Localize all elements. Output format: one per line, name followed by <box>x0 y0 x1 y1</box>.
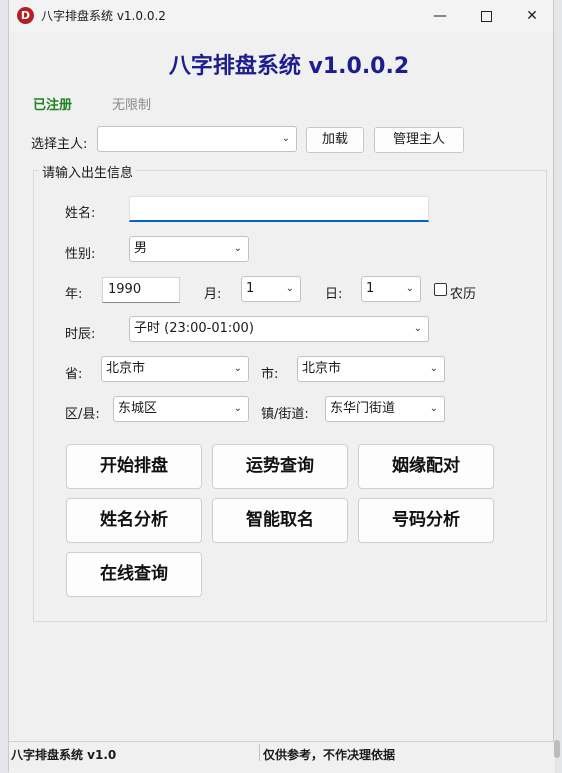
owner-label: 选择主人: <box>31 137 88 152</box>
registration-status: 已注册 <box>33 98 73 113</box>
hour-label: 时辰: <box>65 327 96 342</box>
online-query-button[interactable]: 在线查询 <box>66 552 202 597</box>
chevron-down-icon: ⌄ <box>413 323 422 334</box>
year-input[interactable]: 1990 <box>102 277 180 303</box>
minimize-icon: — <box>433 8 447 24</box>
province-select-value: 北京市 <box>106 361 146 376</box>
month-select[interactable]: 1 ⌄ <box>241 276 301 302</box>
hour-select[interactable]: 子时 (23:00-01:00) ⌄ <box>129 316 429 342</box>
status-left: 八字排盘系统 v1.0 <box>11 748 117 762</box>
chevron-down-icon: ⌄ <box>405 283 414 294</box>
name-label: 姓名: <box>65 206 96 221</box>
minimize-button[interactable]: — <box>417 0 463 32</box>
lunar-label: 农历 <box>450 287 477 302</box>
close-icon: ✕ <box>526 8 538 24</box>
status-divider <box>259 744 260 761</box>
name-input[interactable] <box>129 196 429 222</box>
app-heading: 八字排盘系统 v1.0.0.2 <box>168 54 410 79</box>
status-right: 仅供参考，不作决理依据 <box>263 748 396 762</box>
owner-select[interactable]: ⌄ <box>97 126 297 152</box>
fortune-query-button[interactable]: 运势查询 <box>212 444 348 489</box>
month-label: 月: <box>204 287 222 302</box>
district-label: 区/县: <box>65 407 100 422</box>
start-chart-button[interactable]: 开始排盘 <box>66 444 202 489</box>
window-title: 八字排盘系统 v1.0.0.2 <box>41 9 166 23</box>
status-bar: 八字排盘系统 v1.0 仅供参考，不作决理依据 <box>9 741 555 773</box>
city-select[interactable]: 北京市 ⌄ <box>297 356 445 382</box>
year-label: 年: <box>65 287 83 302</box>
close-button[interactable]: ✕ <box>509 0 555 32</box>
month-select-value: 1 <box>246 281 255 296</box>
chevron-down-icon: ⌄ <box>233 403 242 414</box>
birth-info-group-title: 请输入出生信息 <box>39 162 137 181</box>
smart-naming-button[interactable]: 智能取名 <box>212 498 348 543</box>
marriage-match-button[interactable]: 姻缘配对 <box>358 444 494 489</box>
district-select[interactable]: 东城区 ⌄ <box>113 396 249 422</box>
limit-status: 无限制 <box>112 98 152 113</box>
street-select-value: 东华门街道 <box>330 401 396 416</box>
manage-owner-button[interactable]: 管理主人 <box>374 127 464 153</box>
title-bar[interactable]: D 八字排盘系统 v1.0.0.2 — ✕ <box>9 0 553 32</box>
gender-label: 性别: <box>65 247 96 262</box>
chevron-down-icon: ⌄ <box>285 283 294 294</box>
lunar-checkbox[interactable] <box>434 283 447 296</box>
gender-select[interactable]: 男 ⌄ <box>129 236 249 262</box>
chevron-down-icon: ⌄ <box>233 243 242 254</box>
street-label: 镇/街道: <box>261 407 309 422</box>
city-label: 市: <box>261 367 279 382</box>
maximize-button[interactable] <box>463 0 509 32</box>
street-select[interactable]: 东华门街道 ⌄ <box>325 396 445 422</box>
day-select-value: 1 <box>366 281 375 296</box>
maximize-icon <box>480 10 492 22</box>
chevron-down-icon: ⌄ <box>429 363 438 374</box>
number-analysis-button[interactable]: 号码分析 <box>358 498 494 543</box>
gender-select-value: 男 <box>134 241 148 256</box>
name-analysis-button[interactable]: 姓名分析 <box>66 498 202 543</box>
chevron-down-icon: ⌄ <box>233 363 242 374</box>
province-select[interactable]: 北京市 ⌄ <box>101 356 249 382</box>
day-select[interactable]: 1 ⌄ <box>361 276 421 302</box>
city-select-value: 北京市 <box>302 361 342 376</box>
chevron-down-icon: ⌄ <box>429 403 438 414</box>
chevron-down-icon: ⌄ <box>281 133 290 144</box>
load-button[interactable]: 加载 <box>306 127 364 153</box>
app-window: D 八字排盘系统 v1.0.0.2 — ✕ 八字排盘系统 v1.0.0.2 已注… <box>8 0 555 773</box>
district-select-value: 东城区 <box>118 401 158 416</box>
hour-select-value: 子时 (23:00-01:00) <box>134 321 254 336</box>
app-logo-icon: D <box>17 7 34 24</box>
day-label: 日: <box>325 287 343 302</box>
resize-grip[interactable] <box>554 740 560 758</box>
province-label: 省: <box>65 367 83 382</box>
